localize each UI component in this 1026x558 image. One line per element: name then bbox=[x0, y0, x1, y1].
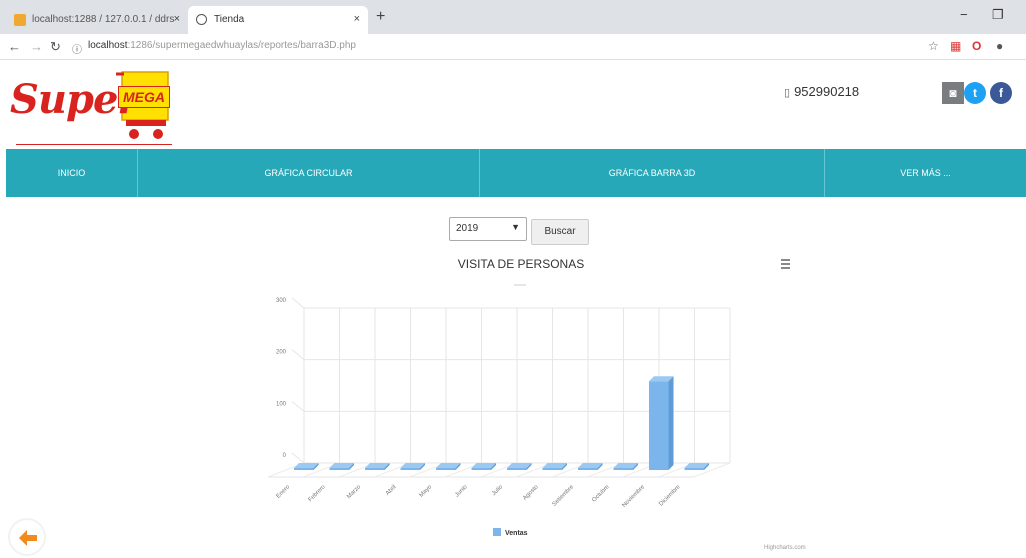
phone-text: 952990218 bbox=[794, 84, 860, 99]
year-select[interactable]: 2019 ▼ bbox=[449, 217, 527, 241]
gridline-side bbox=[291, 452, 305, 464]
logo-underline bbox=[16, 144, 172, 145]
main-nav: INICIO GRÁFICA CIRCULAR GRÁFICA BARRA 3D… bbox=[6, 149, 1026, 197]
maximize-icon[interactable]: ❐ bbox=[992, 7, 1004, 23]
gridline-side bbox=[291, 400, 305, 412]
tab-title: localhost:1288 / 127.0.0.1 / ddrs bbox=[32, 14, 175, 25]
back-arrow-icon[interactable]: ← bbox=[8, 39, 21, 54]
reload-icon[interactable]: ↻ bbox=[50, 39, 61, 55]
star-icon[interactable]: ☆ bbox=[928, 39, 939, 53]
github-icon[interactable]: ◙ bbox=[942, 82, 964, 104]
back-to-top-button[interactable] bbox=[8, 518, 46, 556]
x-tick-label: Julio bbox=[491, 484, 504, 497]
gridline-side bbox=[291, 349, 305, 361]
info-icon[interactable]: ⓘ bbox=[72, 41, 82, 56]
menu-icon[interactable] bbox=[781, 267, 790, 269]
bar-front[interactable] bbox=[435, 468, 456, 470]
legend-swatch[interactable] bbox=[493, 528, 501, 536]
opera-icon[interactable]: O bbox=[972, 39, 981, 53]
bar-front[interactable] bbox=[471, 468, 492, 470]
y-tick-label: 100 bbox=[276, 401, 287, 407]
nav-inicio[interactable]: INICIO bbox=[6, 149, 138, 197]
x-tick-label: Setiembre bbox=[552, 484, 576, 508]
y-tick-label: 300 bbox=[276, 298, 287, 304]
y-tick-label: 200 bbox=[276, 350, 287, 356]
x-tick-label: Febrero bbox=[308, 484, 328, 504]
tab-title: Tienda bbox=[214, 14, 245, 25]
bar-side bbox=[668, 376, 674, 470]
phone-icon: ▯ bbox=[784, 87, 791, 99]
bar-front[interactable] bbox=[648, 381, 669, 470]
nav-grafica-circular[interactable]: GRÁFICA CIRCULAR bbox=[138, 149, 480, 197]
new-tab-button[interactable]: + bbox=[376, 8, 385, 26]
bar-front[interactable] bbox=[293, 468, 314, 470]
year-select-value: 2019 bbox=[456, 223, 479, 234]
chart-title: VISITA DE PERSONAS bbox=[458, 257, 584, 271]
bar-front[interactable] bbox=[400, 468, 421, 470]
url-host: localhost bbox=[88, 40, 128, 51]
site-logo[interactable]: Super MEGA bbox=[6, 64, 196, 148]
browser-tab-phpmyadmin[interactable]: localhost:1288 / 127.0.0.1 / ddrs × bbox=[6, 6, 188, 34]
browser-tab-bar: localhost:1288 / 127.0.0.1 / ddrs × Tien… bbox=[0, 0, 1026, 34]
arrow-left-icon bbox=[19, 530, 37, 546]
nav-grafica-barra-3d[interactable]: GRÁFICA BARRA 3D bbox=[480, 149, 825, 197]
forward-arrow-icon[interactable]: → bbox=[30, 39, 43, 54]
y-tick-label: 0 bbox=[283, 453, 287, 459]
chevron-down-icon: ▼ bbox=[511, 222, 520, 232]
x-tick-label: Abril bbox=[385, 484, 398, 497]
phone-number: ▯ 952990218 bbox=[784, 84, 859, 99]
extension-icon[interactable]: ▦ bbox=[950, 39, 961, 53]
menu-icon[interactable] bbox=[781, 263, 790, 265]
minimize-icon[interactable]: − bbox=[960, 7, 968, 22]
close-tab-icon[interactable]: × bbox=[354, 13, 360, 25]
x-tick-label: Junio bbox=[454, 484, 469, 499]
x-tick-label: Octubre bbox=[591, 484, 611, 504]
bar-front[interactable] bbox=[506, 468, 527, 470]
bar-front[interactable] bbox=[684, 468, 705, 470]
legend-label[interactable]: Ventas bbox=[505, 530, 528, 537]
globe-icon bbox=[196, 14, 207, 25]
x-tick-label: Agosto bbox=[522, 484, 540, 502]
x-tick-label: Noviembre bbox=[621, 484, 646, 509]
logo-badge: MEGA bbox=[118, 86, 170, 108]
close-tab-icon[interactable]: × bbox=[174, 13, 180, 25]
chart-credits[interactable]: Highcharts.com bbox=[764, 545, 806, 551]
account-icon[interactable]: ● bbox=[996, 39, 1003, 53]
url-path: :1286/supermegaedwhuaylas/reportes/barra… bbox=[127, 40, 356, 51]
phpmyadmin-icon bbox=[14, 14, 26, 26]
nav-ver-mas[interactable]: VER MÁS ... bbox=[825, 149, 1026, 197]
facebook-icon[interactable]: f bbox=[990, 82, 1012, 104]
search-button[interactable]: Buscar bbox=[531, 219, 589, 245]
twitter-icon[interactable]: t bbox=[964, 82, 986, 104]
bar-front[interactable] bbox=[329, 468, 350, 470]
bar-front[interactable] bbox=[364, 468, 385, 470]
bar-front[interactable] bbox=[577, 468, 598, 470]
x-tick-label: Marzo bbox=[346, 484, 362, 500]
browser-tab-tienda[interactable]: Tienda × bbox=[188, 6, 368, 34]
address-bar: ← → ↻ ⓘ localhost:1286/supermegaedwhuayl… bbox=[0, 34, 1026, 60]
url-field[interactable]: localhost:1286/supermegaedwhuaylas/repor… bbox=[88, 40, 356, 51]
bar-chart-3d: VISITA DE PERSONAS 0 100 200 300 Enero Febrero… bbox=[267, 257, 790, 537]
gridline-side bbox=[291, 297, 305, 309]
x-tick-label: Diciembre bbox=[658, 484, 682, 508]
x-tick-label: Mayo bbox=[419, 484, 434, 499]
menu-icon[interactable] bbox=[781, 259, 790, 261]
x-tick-label: Enero bbox=[276, 484, 292, 500]
bar-front[interactable] bbox=[613, 468, 634, 470]
bar-front[interactable] bbox=[542, 468, 563, 470]
